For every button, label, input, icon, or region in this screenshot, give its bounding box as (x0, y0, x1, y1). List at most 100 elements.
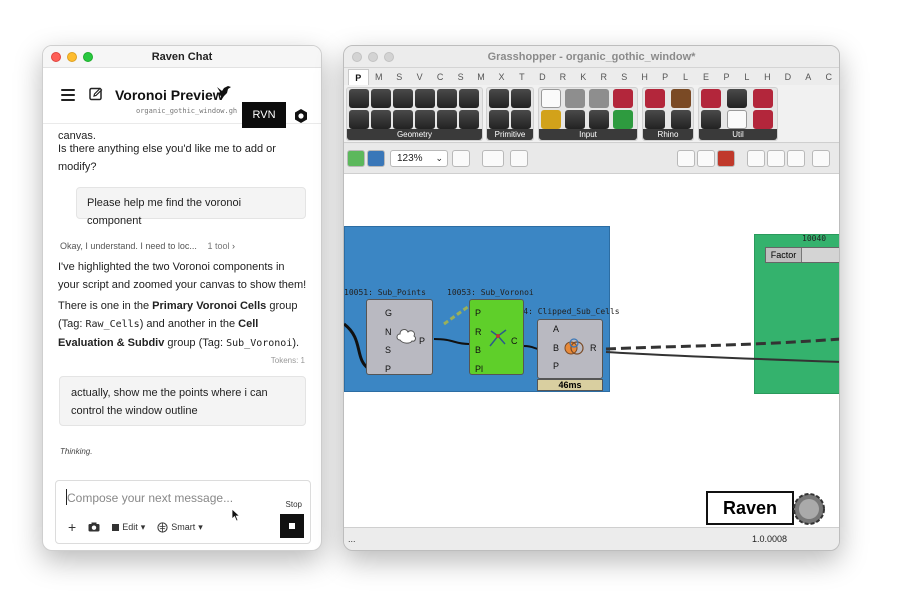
stop-button[interactable] (280, 514, 304, 538)
zoom-extents-icon[interactable] (452, 150, 470, 167)
tool-call-summary[interactable]: Okay, I understand. I need to loc... 1 t… (60, 241, 235, 251)
tab-p[interactable]: P (348, 68, 369, 85)
input-port[interactable]: A (553, 324, 559, 334)
rhino-icon[interactable] (671, 89, 691, 108)
tab-l[interactable]: L (737, 69, 757, 85)
util-icon[interactable] (753, 89, 773, 108)
input-port[interactable]: P (553, 361, 559, 371)
primitive-icon[interactable] (489, 89, 509, 108)
tab-s[interactable]: S (450, 69, 470, 85)
input-icon[interactable] (565, 89, 585, 108)
clip-region-component[interactable]: A B P R (537, 319, 603, 379)
output-port[interactable]: R (590, 343, 597, 353)
tab-r[interactable]: R (553, 69, 573, 85)
mesh-quality-icon[interactable] (787, 150, 805, 167)
sketch-icon[interactable] (510, 150, 528, 167)
tab-k[interactable]: K (573, 69, 593, 85)
arrow-right-icon[interactable] (727, 89, 747, 108)
tab-c[interactable]: C (819, 69, 839, 85)
voronoi-component[interactable]: P R B Pl C (469, 299, 524, 375)
input-icon[interactable] (565, 110, 585, 129)
arrow-outline-icon[interactable] (727, 110, 747, 129)
new-chat-icon[interactable] (89, 87, 103, 101)
mesh-quality-icon[interactable] (747, 150, 765, 167)
tree-icon[interactable] (701, 110, 721, 129)
tab-e[interactable]: E (696, 69, 716, 85)
rhino-icon[interactable] (671, 110, 691, 129)
settings-hex-icon[interactable] (293, 108, 309, 124)
tab-s[interactable]: S (389, 69, 409, 85)
tab-m[interactable]: M (369, 69, 389, 85)
geometry-icon[interactable] (459, 110, 479, 129)
geometry-icon[interactable] (415, 89, 435, 108)
add-attachment-button[interactable]: + (68, 519, 76, 535)
geometry-icon[interactable] (371, 110, 391, 129)
primitive-icon[interactable] (511, 110, 531, 129)
cherry-icon[interactable] (701, 89, 721, 108)
preview-eye-icon[interactable] (482, 150, 504, 167)
factor-slider[interactable]: Factor (765, 247, 839, 263)
input-icon[interactable] (613, 89, 633, 108)
tab-x[interactable]: X (491, 69, 511, 85)
input-port[interactable]: B (475, 345, 481, 355)
tab-c[interactable]: C (430, 69, 450, 85)
tab-r[interactable]: R (594, 69, 614, 85)
tab-h[interactable]: H (634, 69, 654, 85)
input-icon[interactable] (541, 110, 561, 129)
geometry-icon[interactable] (415, 110, 435, 129)
geometry-icon[interactable] (437, 89, 457, 108)
rhino-icon[interactable] (645, 89, 665, 108)
preview-selected-icon[interactable] (717, 150, 735, 167)
input-port[interactable]: G (385, 308, 392, 318)
input-port[interactable]: R (475, 327, 482, 337)
tab-d[interactable]: D (778, 69, 798, 85)
geometry-icon[interactable] (349, 110, 369, 129)
primitive-icon[interactable] (511, 89, 531, 108)
tab-m[interactable]: M (471, 69, 491, 85)
tab-s[interactable]: S (614, 69, 634, 85)
tab-l[interactable]: L (675, 69, 695, 85)
edit-mode-dropdown[interactable]: Edit ▾ (112, 522, 145, 533)
input-port[interactable]: Pl (475, 364, 483, 374)
input-icon[interactable] (589, 110, 609, 129)
model-mode-dropdown[interactable]: Smart ▾ (157, 522, 203, 533)
input-icon[interactable] (541, 89, 561, 108)
primitive-icon[interactable] (489, 110, 509, 129)
camera-icon[interactable] (88, 522, 100, 532)
input-icon[interactable] (589, 89, 609, 108)
mesh-quality-icon[interactable] (767, 150, 785, 167)
populate-2d-component[interactable]: G N S P P (366, 299, 433, 375)
output-port[interactable]: C (511, 336, 518, 346)
preview-mode-icon[interactable] (677, 150, 695, 167)
save-file-icon[interactable] (367, 150, 385, 167)
output-port[interactable]: P (419, 336, 425, 346)
message-composer[interactable]: Compose your next message... Stop + Edit… (55, 480, 311, 544)
tab-p[interactable]: P (655, 69, 675, 85)
open-file-icon[interactable] (347, 150, 365, 167)
tab-p[interactable]: P (716, 69, 736, 85)
geometry-icon[interactable] (371, 89, 391, 108)
tab-t[interactable]: T (512, 69, 532, 85)
geometry-icon[interactable] (459, 89, 479, 108)
shaded-preview-icon[interactable] (812, 150, 830, 167)
input-port[interactable]: P (385, 364, 391, 374)
input-port[interactable]: B (553, 343, 559, 353)
raven-gear-icon[interactable] (792, 492, 826, 526)
rhino-icon[interactable] (645, 110, 665, 129)
input-port[interactable]: S (385, 345, 391, 355)
input-port[interactable]: N (385, 327, 392, 337)
preview-off-icon[interactable] (697, 150, 715, 167)
tab-a[interactable]: A (798, 69, 818, 85)
geometry-icon[interactable] (349, 89, 369, 108)
flask-icon[interactable] (753, 110, 773, 129)
message-input[interactable]: Compose your next message... (67, 491, 233, 505)
geometry-icon[interactable] (437, 110, 457, 129)
geometry-icon[interactable] (393, 89, 413, 108)
hamburger-menu-icon[interactable] (61, 89, 75, 101)
zoom-dropdown[interactable]: 123% ⌄ (390, 150, 448, 167)
input-port[interactable]: P (475, 308, 481, 318)
raven-logo-badge[interactable]: Raven (706, 491, 794, 525)
tab-h[interactable]: H (757, 69, 777, 85)
input-icon[interactable] (613, 110, 633, 129)
tab-d[interactable]: D (532, 69, 552, 85)
